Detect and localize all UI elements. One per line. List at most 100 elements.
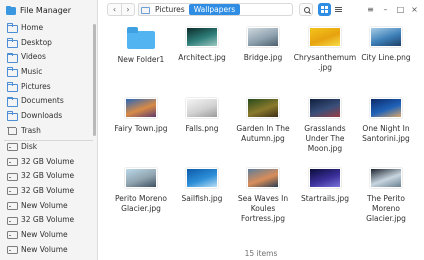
home-folder-icon (7, 23, 18, 34)
drive-icon (7, 216, 18, 225)
sidebar-scrollbar[interactable] (93, 24, 96, 136)
grid-view-icon[interactable] (318, 3, 331, 16)
file-manager-logo-icon (6, 5, 16, 15)
image-thumbnail (370, 98, 402, 118)
breadcrumb-pictures[interactable]: Pictures (154, 5, 186, 14)
file-item[interactable]: Bridge.jpg (231, 27, 295, 63)
file-item[interactable]: Sailfish.jpg (170, 168, 234, 204)
file-name: Startrails.jpg (300, 194, 350, 203)
trash-icon (7, 126, 17, 136)
file-item[interactable]: City Line.png (354, 27, 418, 63)
documents-folder-icon (7, 96, 18, 107)
search-icon[interactable] (299, 3, 313, 16)
drive-icon (7, 201, 18, 211)
sidebar-item-videos[interactable]: Videos (0, 49, 97, 64)
sidebar-item-label: New Volume (21, 244, 68, 254)
close-button[interactable]: × (408, 3, 421, 16)
file-item[interactable]: One Night In Santorini.jpg (354, 98, 418, 144)
sidebar-item-label: 32 GB Volume (21, 171, 75, 181)
image-thumbnail (186, 27, 218, 47)
app-header: File Manager (6, 4, 71, 16)
sidebar-item-new-volume[interactable]: New Volume (0, 198, 97, 213)
sidebar-item-label: 32 GB Volume (21, 185, 75, 195)
navigation-buttons: ‹ › (107, 3, 135, 16)
image-thumbnail (125, 168, 157, 188)
sidebar-item-disk[interactable]: Disk (0, 139, 97, 154)
forward-button[interactable]: › (121, 4, 134, 15)
sidebar-item-32-gb-volume[interactable]: 32 GB Volume (0, 212, 97, 227)
folder-icon (127, 27, 155, 49)
drive-icon (7, 157, 18, 167)
file-name: Chrysanthemum.jpg (293, 53, 357, 72)
sidebar-devices: Disk 32 GB Volume 32 GB Volume 32 GB Volume… (0, 139, 97, 257)
file-name: Fairy Town.jpg (114, 124, 168, 133)
file-name: One Night In Santorini.jpg (362, 124, 410, 143)
file-item[interactable]: Falls.png (170, 98, 234, 134)
status-item-count: 15 items (244, 249, 278, 258)
sidebar-item-documents[interactable]: Documents (0, 93, 97, 108)
file-item[interactable]: Garden In The Autumn.jpg (231, 98, 295, 144)
drive-icon (7, 172, 18, 181)
list-view-icon[interactable] (332, 3, 345, 16)
file-manager-window: File Manager Home Desktop Videos Music Pictu… (0, 0, 424, 260)
image-thumbnail (370, 27, 402, 47)
sidebar-item-downloads[interactable]: Downloads (0, 108, 97, 123)
music-folder-icon (7, 67, 18, 78)
image-thumbnail (309, 168, 341, 188)
minimize-button[interactable]: – (379, 3, 392, 16)
file-item[interactable]: Startrails.jpg (293, 168, 357, 204)
file-name: Perito Moreno Glacier.jpg (115, 194, 167, 213)
pictures-folder-icon (7, 82, 18, 93)
sidebar-item-label: Disk (21, 141, 38, 151)
sidebar-item-label: 32 GB Volume (21, 215, 75, 225)
image-thumbnail (125, 98, 157, 118)
image-thumbnail (247, 98, 279, 118)
image-thumbnail (186, 168, 218, 188)
sidebar-item-label: Desktop (21, 37, 52, 47)
file-item[interactable]: Fairy Town.jpg (109, 98, 173, 134)
sidebar-item-music[interactable]: Music (0, 64, 97, 79)
image-thumbnail (247, 168, 279, 188)
sidebar-item-32-gb-volume[interactable]: 32 GB Volume (0, 168, 97, 183)
sidebar-item-label: Pictures (21, 81, 51, 91)
sidebar-item-new-volume[interactable]: New Volume (0, 242, 97, 257)
sidebar-item-pictures[interactable]: Pictures (0, 79, 97, 94)
sidebar-item-trash[interactable]: Trash (0, 123, 97, 138)
sidebar-item-label: New Volume (21, 200, 68, 210)
breadcrumb-wallpapers[interactable]: Wallpapers (188, 4, 241, 15)
folder-item[interactable]: New Folder1 (109, 27, 173, 65)
file-item[interactable]: Perito Moreno Glacier.jpg (109, 168, 173, 214)
sidebar-item-label: New Volume (21, 229, 68, 239)
file-name: Garden In The Autumn.jpg (236, 124, 290, 143)
file-name: The Perito Moreno Glacier.jpg (366, 194, 406, 223)
sidebar-item-32-gb-volume[interactable]: 32 GB Volume (0, 154, 97, 169)
sidebar-item-desktop[interactable]: Desktop (0, 35, 97, 50)
file-item[interactable]: The Perito Moreno Glacier.jpg (354, 168, 418, 224)
file-item[interactable]: Chrysanthemum.jpg (293, 27, 357, 73)
downloads-folder-icon (7, 111, 18, 122)
sidebar-item-label: Music (21, 66, 43, 76)
desktop-folder-icon (7, 38, 18, 49)
sidebar-item-label: Home (21, 22, 44, 32)
sidebar-item-home[interactable]: Home (0, 20, 97, 35)
file-item[interactable]: Grasslands Under The Moon.jpg (293, 98, 357, 154)
image-thumbnail (247, 27, 279, 47)
drive-icon (7, 230, 18, 240)
menu-button[interactable]: ≡ (364, 3, 377, 16)
back-button[interactable]: ‹ (108, 4, 121, 15)
file-item[interactable]: Architect.jpg (170, 27, 234, 63)
file-item[interactable]: Sea Waves In Koules Fortress.jpg (231, 168, 295, 224)
toolbar: ‹ › Pictures Wallpapers ≡ – □ × (98, 0, 424, 20)
disk-icon (7, 142, 18, 152)
sidebar-item-new-volume[interactable]: New Volume (0, 227, 97, 242)
file-name: Bridge.jpg (243, 53, 283, 62)
sidebar: File Manager Home Desktop Videos Music Pictu… (0, 0, 98, 260)
sidebar-item-label: Trash (21, 125, 41, 135)
file-name: Sailfish.jpg (181, 194, 223, 203)
videos-folder-icon (7, 52, 18, 63)
maximize-button[interactable]: □ (394, 3, 407, 16)
file-name: Sea Waves In Koules Fortress.jpg (237, 194, 289, 223)
breadcrumb: Pictures Wallpapers (150, 3, 293, 16)
sidebar-item-32-gb-volume[interactable]: 32 GB Volume (0, 183, 97, 198)
image-thumbnail (370, 168, 402, 188)
